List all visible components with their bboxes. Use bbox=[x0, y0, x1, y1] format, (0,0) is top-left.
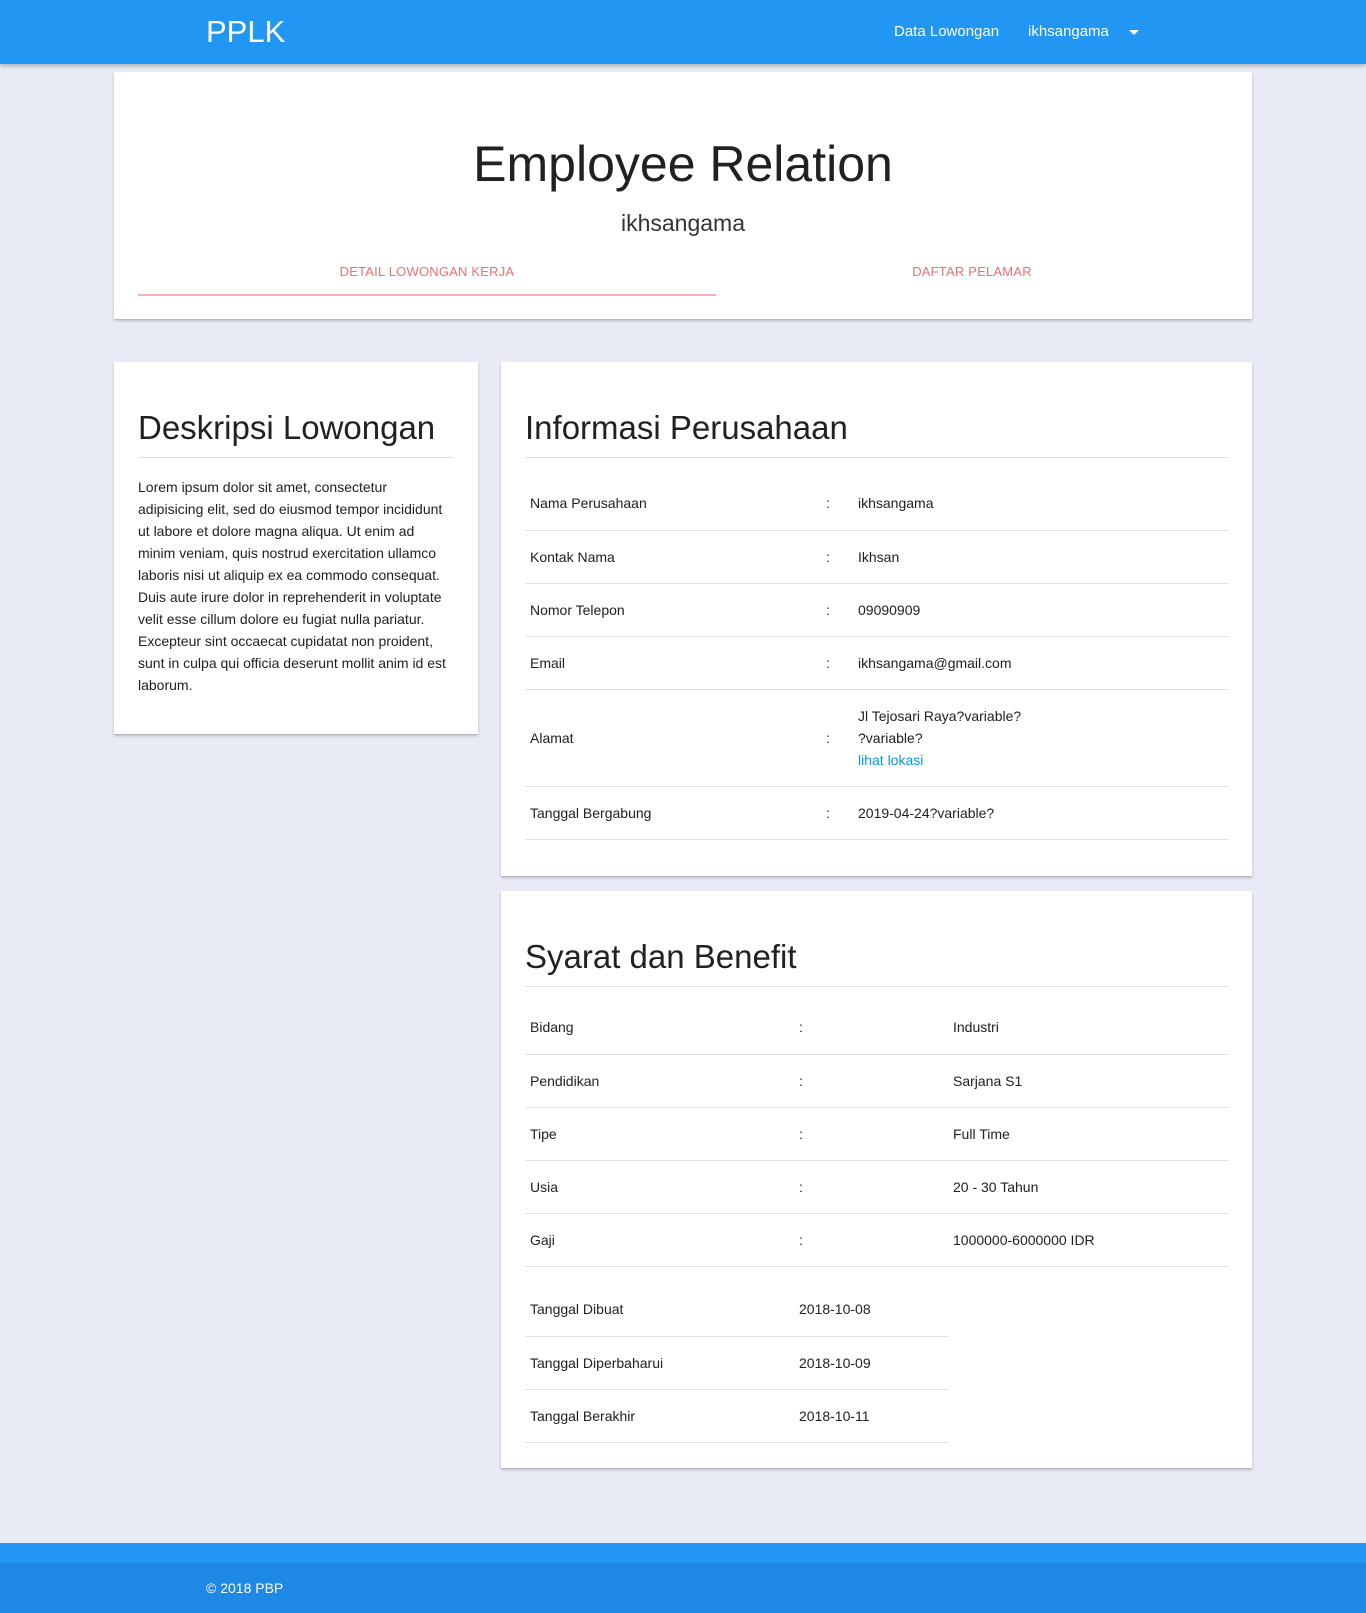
row-value: ikhsangama bbox=[853, 477, 1228, 531]
row-label: Nomor Telepon bbox=[525, 583, 821, 637]
lihat-lokasi-link[interactable]: lihat lokasi bbox=[858, 749, 1223, 771]
row-label: Nama Perusahaan bbox=[525, 477, 821, 531]
active-tab-indicator bbox=[138, 294, 716, 296]
row-separator: : bbox=[821, 689, 853, 787]
row-separator: : bbox=[821, 786, 853, 840]
row-value: 2019-04-24?variable? bbox=[853, 786, 1228, 840]
row-value: 1000000-6000000 IDR bbox=[948, 1213, 1228, 1267]
header-card: Employee Relation ikhsangama DETAIL LOWO… bbox=[114, 72, 1252, 319]
table-row: Tanggal Diperbaharui 2018-10-09 bbox=[525, 1336, 948, 1390]
dropdown-caret-icon[interactable] bbox=[1129, 30, 1139, 35]
table-row: Tanggal Bergabung : 2019-04-24?variable? bbox=[525, 786, 1228, 840]
row-label: Bidang bbox=[525, 1001, 794, 1055]
table-row: Pendidikan : Sarjana S1 bbox=[525, 1054, 1228, 1108]
row-value: Jl Tejosari Raya?variable? ?variable? li… bbox=[853, 689, 1228, 787]
deskripsi-lowongan-card: Deskripsi Lowongan Lorem ipsum dolor sit… bbox=[114, 362, 478, 734]
row-label: Tanggal Dibuat bbox=[525, 1283, 794, 1337]
row-separator: : bbox=[794, 1001, 948, 1055]
syarat-benefit-card: Syarat dan Benefit Bidang : Industri Pen… bbox=[501, 891, 1252, 1468]
row-value: Ikhsan bbox=[853, 530, 1228, 584]
row-label: Tanggal Berakhir bbox=[525, 1389, 794, 1443]
row-label: Usia bbox=[525, 1160, 794, 1214]
row-separator: : bbox=[794, 1213, 948, 1267]
table-row: Usia : 20 - 30 Tahun bbox=[525, 1160, 1228, 1214]
row-label: Pendidikan bbox=[525, 1054, 794, 1108]
row-value: 2018-10-11 bbox=[794, 1389, 948, 1443]
table-row: Tipe : Full Time bbox=[525, 1107, 1228, 1161]
tanggal-table: Tanggal Dibuat 2018-10-08 Tanggal Diperb… bbox=[525, 1283, 948, 1443]
row-value: Industri bbox=[948, 1001, 1228, 1055]
row-label: Tipe bbox=[525, 1107, 794, 1161]
table-row: Gaji : 1000000-6000000 IDR bbox=[525, 1213, 1228, 1267]
row-label: Gaji bbox=[525, 1213, 794, 1267]
alamat-line-2: ?variable? bbox=[858, 729, 923, 746]
table-row: Email : ikhsangama@gmail.com bbox=[525, 636, 1228, 690]
page-subtitle: ikhsangama bbox=[620, 210, 746, 236]
nav-data-lowongan-link[interactable]: Data Lowongan bbox=[894, 23, 999, 40]
row-value: Full Time bbox=[948, 1107, 1228, 1161]
brand-logo[interactable]: PPLK bbox=[206, 14, 285, 50]
syarat-table: Bidang : Industri Pendidikan : Sarjana S… bbox=[525, 1001, 1228, 1267]
row-separator: : bbox=[821, 530, 853, 584]
tab-daftar-pelamar[interactable]: DAFTAR PELAMAR bbox=[716, 264, 1228, 296]
informasi-table: Nama Perusahaan : ikhsangama Kontak Nama… bbox=[525, 477, 1228, 840]
table-row: Alamat : Jl Tejosari Raya?variable? ?var… bbox=[525, 689, 1228, 787]
table-row: Tanggal Berakhir 2018-10-11 bbox=[525, 1389, 948, 1443]
row-value: 2018-10-09 bbox=[794, 1336, 948, 1390]
row-label: Kontak Nama bbox=[525, 530, 821, 584]
row-label: Alamat bbox=[525, 689, 821, 787]
row-separator: : bbox=[821, 477, 853, 531]
row-label: Tanggal Diperbaharui bbox=[525, 1336, 794, 1390]
row-value: ikhsangama@gmail.com bbox=[853, 636, 1228, 690]
row-separator: : bbox=[821, 636, 853, 690]
deskripsi-title: Deskripsi Lowongan bbox=[138, 409, 454, 458]
row-separator: : bbox=[821, 583, 853, 637]
row-label: Tanggal Bergabung bbox=[525, 786, 821, 840]
row-value: 09090909 bbox=[853, 583, 1228, 637]
table-row: Tanggal Dibuat 2018-10-08 bbox=[525, 1283, 948, 1337]
row-separator: : bbox=[794, 1160, 948, 1214]
tab-detail-lowongan-kerja[interactable]: DETAIL LOWONGAN KERJA bbox=[138, 264, 716, 296]
table-row: Nomor Telepon : 09090909 bbox=[525, 583, 1228, 637]
top-navbar: PPLK Data Lowongan ikhsangama bbox=[0, 0, 1366, 64]
page-footer: © 2018 PBP bbox=[0, 1543, 1366, 1613]
deskripsi-text: Lorem ipsum dolor sit amet, consectetur … bbox=[138, 479, 446, 693]
row-separator: : bbox=[794, 1107, 948, 1161]
row-separator: : bbox=[794, 1054, 948, 1108]
table-row: Nama Perusahaan : ikhsangama bbox=[525, 477, 1228, 531]
informasi-title: Informasi Perusahaan bbox=[525, 409, 1228, 458]
table-row: Kontak Nama : Ikhsan bbox=[525, 530, 1228, 584]
user-menu-link[interactable]: ikhsangama bbox=[1028, 23, 1109, 40]
row-value: Sarjana S1 bbox=[948, 1054, 1228, 1108]
row-value: 2018-10-08 bbox=[794, 1283, 948, 1337]
row-label: Email bbox=[525, 636, 821, 690]
table-row: Bidang : Industri bbox=[525, 1001, 1228, 1055]
footer-copyright: © 2018 PBP bbox=[206, 1580, 284, 1596]
informasi-perusahaan-card: Informasi Perusahaan Nama Perusahaan : i… bbox=[501, 362, 1252, 876]
page-title: Employee Relation bbox=[473, 136, 893, 192]
row-value: 20 - 30 Tahun bbox=[948, 1160, 1228, 1214]
alamat-line-1: Jl Tejosari Raya?variable? bbox=[858, 707, 1022, 724]
syarat-title: Syarat dan Benefit bbox=[525, 938, 1228, 987]
